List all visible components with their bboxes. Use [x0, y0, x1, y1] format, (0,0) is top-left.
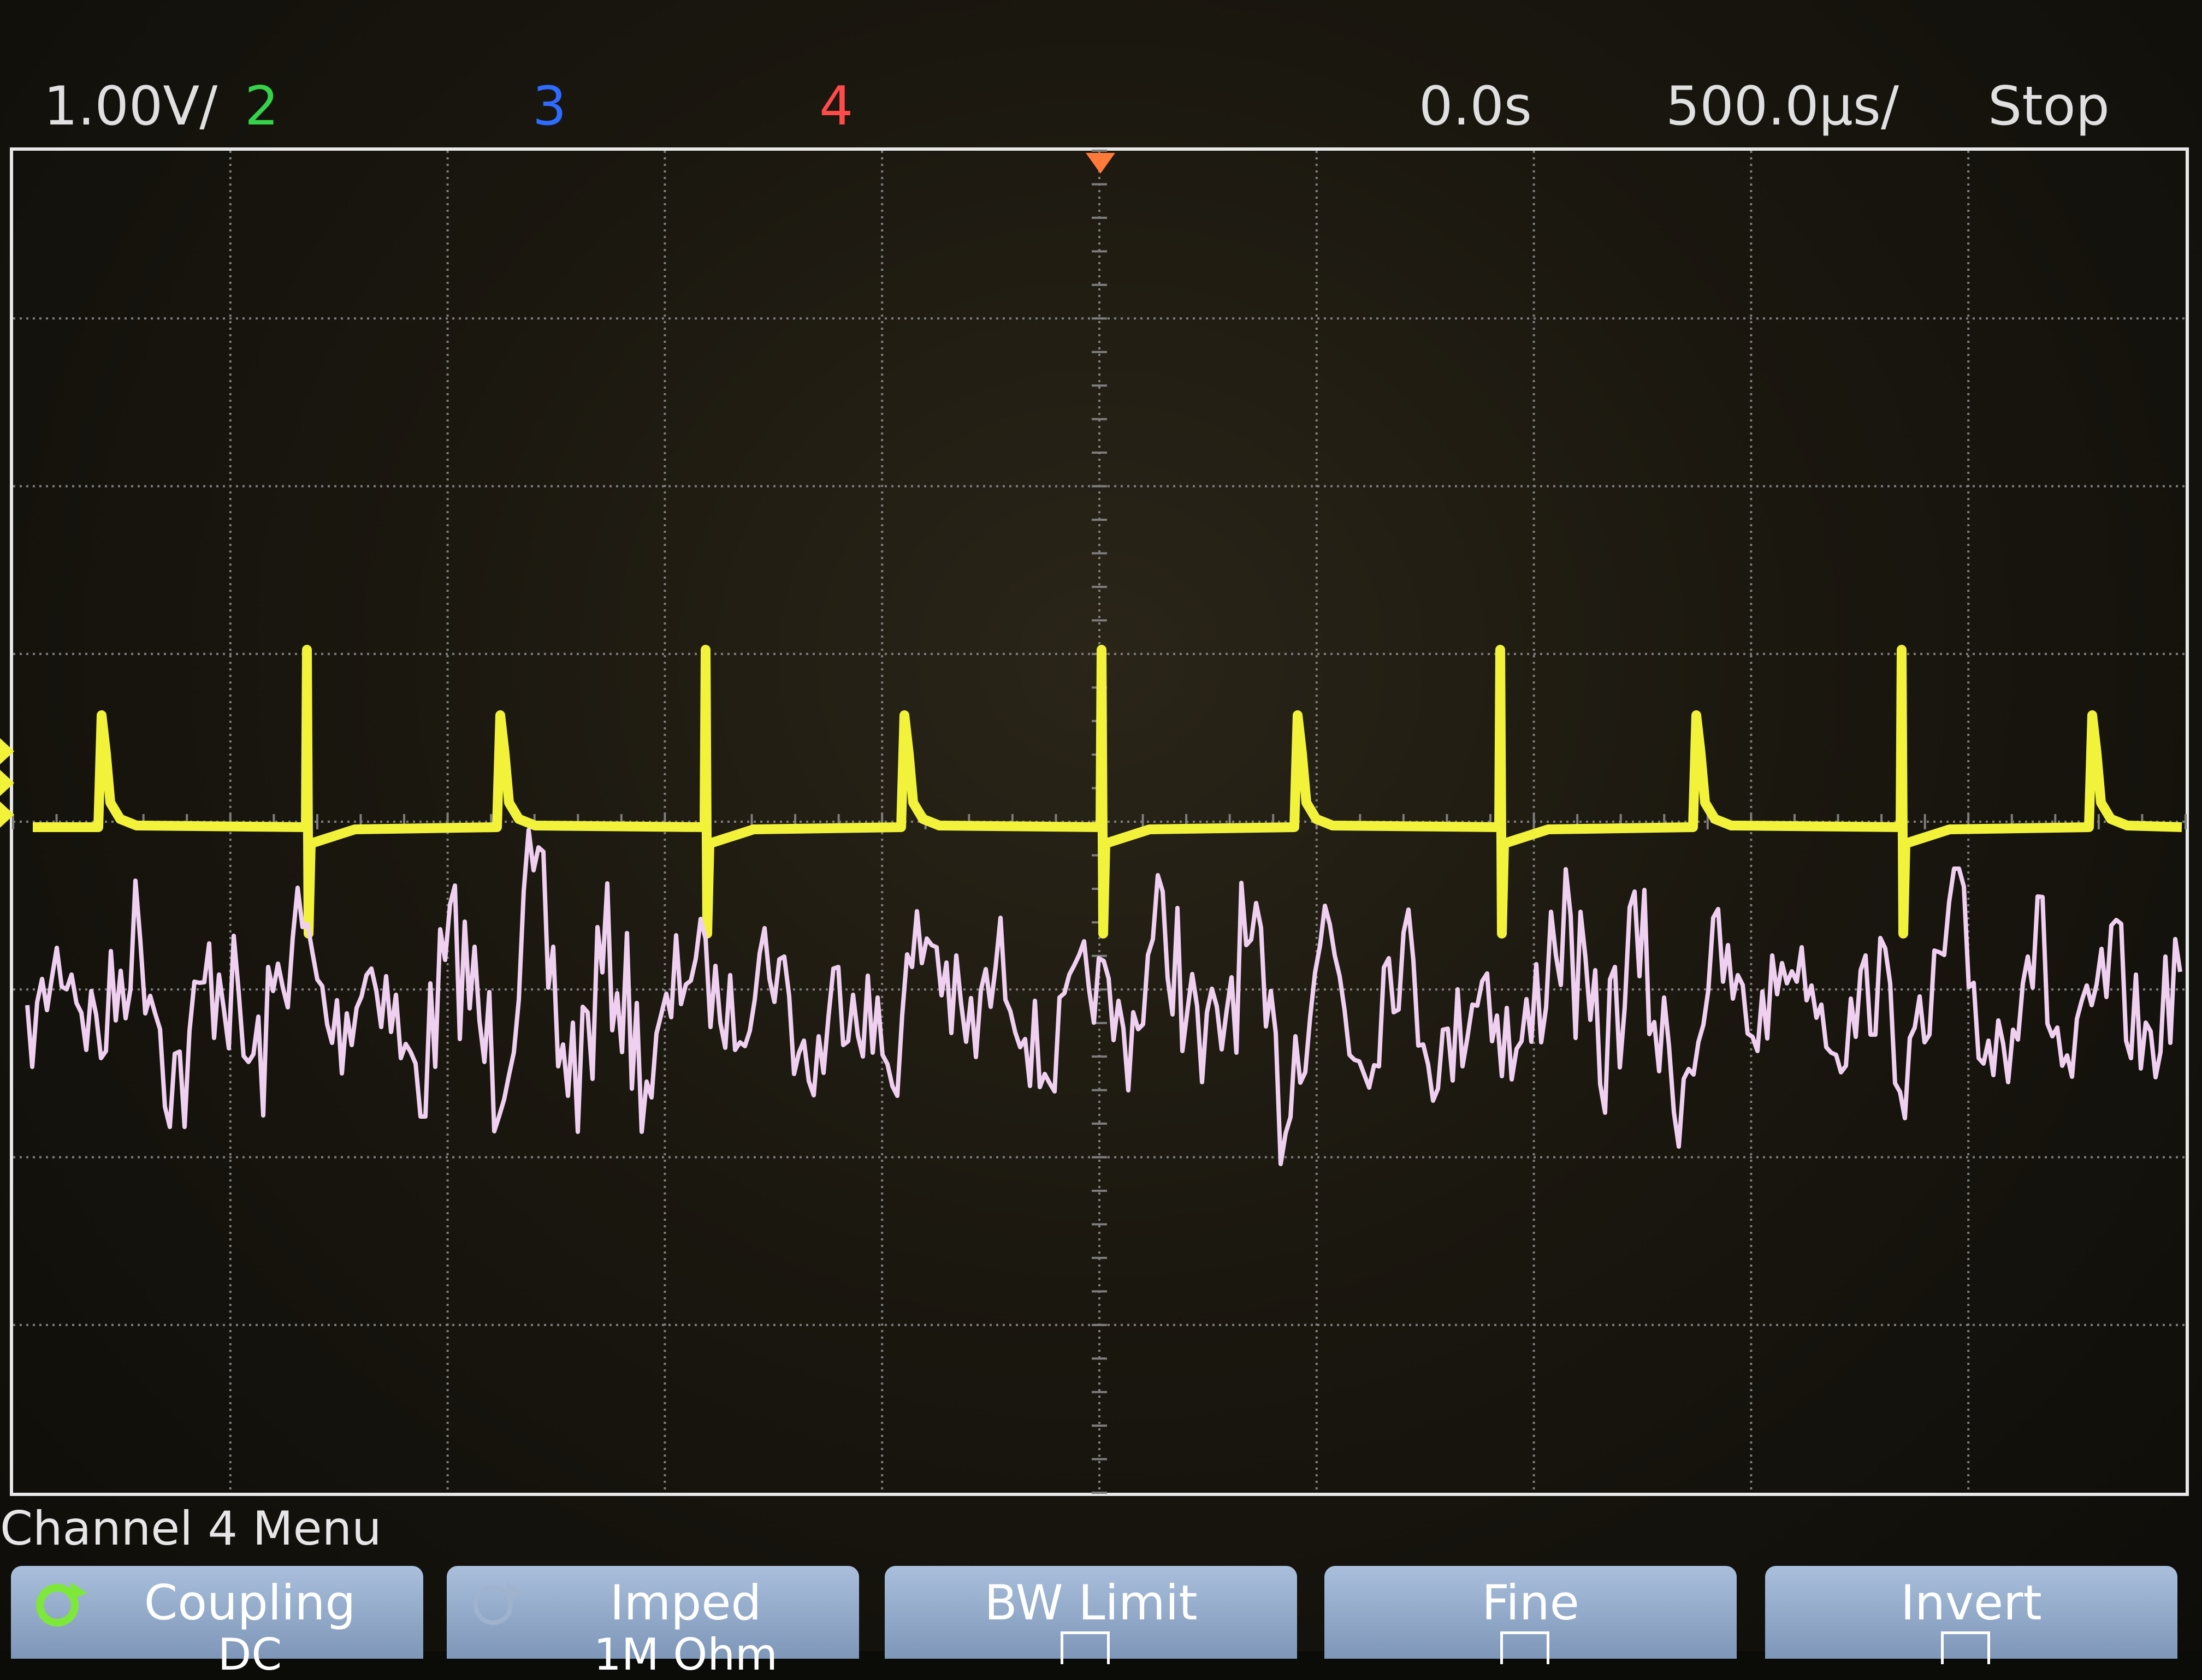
invert-softkey[interactable]: Invert [1765, 1566, 2177, 1664]
bw-limit-label: BW Limit [984, 1575, 1198, 1631]
fine-checkbox[interactable] [1500, 1631, 1549, 1664]
bw-limit-checkbox[interactable] [1061, 1631, 1110, 1664]
impedance-value: 1M Ohm [594, 1629, 778, 1680]
impedance-softkey[interactable]: Imped 1M Ohm [447, 1566, 859, 1679]
fine-label: Fine [1482, 1575, 1579, 1631]
coupling-value: DC [217, 1629, 282, 1680]
menu-title: Channel 4 Menu [0, 1501, 382, 1556]
bw-limit-softkey[interactable]: BW Limit [885, 1566, 1297, 1664]
waveform-display [0, 150, 2187, 1494]
coupling-softkey[interactable]: Coupling DC [11, 1566, 423, 1679]
channel-1-level-marker[interactable] [0, 770, 14, 796]
impedance-label: Imped [609, 1575, 762, 1631]
fine-softkey[interactable]: Fine [1324, 1566, 1737, 1664]
oscilloscope-screen: 1.00V/ 2 3 4 0.0s 500.0µs/ Stop Channel … [0, 0, 2202, 1679]
channel-1-trace [33, 645, 2182, 939]
channel-1-ground-marker[interactable] [0, 738, 14, 764]
invert-checkbox[interactable] [1941, 1631, 1990, 1664]
coupling-label: Coupling [144, 1575, 356, 1631]
invert-label: Invert [1901, 1575, 2042, 1631]
trigger-position-marker[interactable] [1086, 153, 1115, 174]
